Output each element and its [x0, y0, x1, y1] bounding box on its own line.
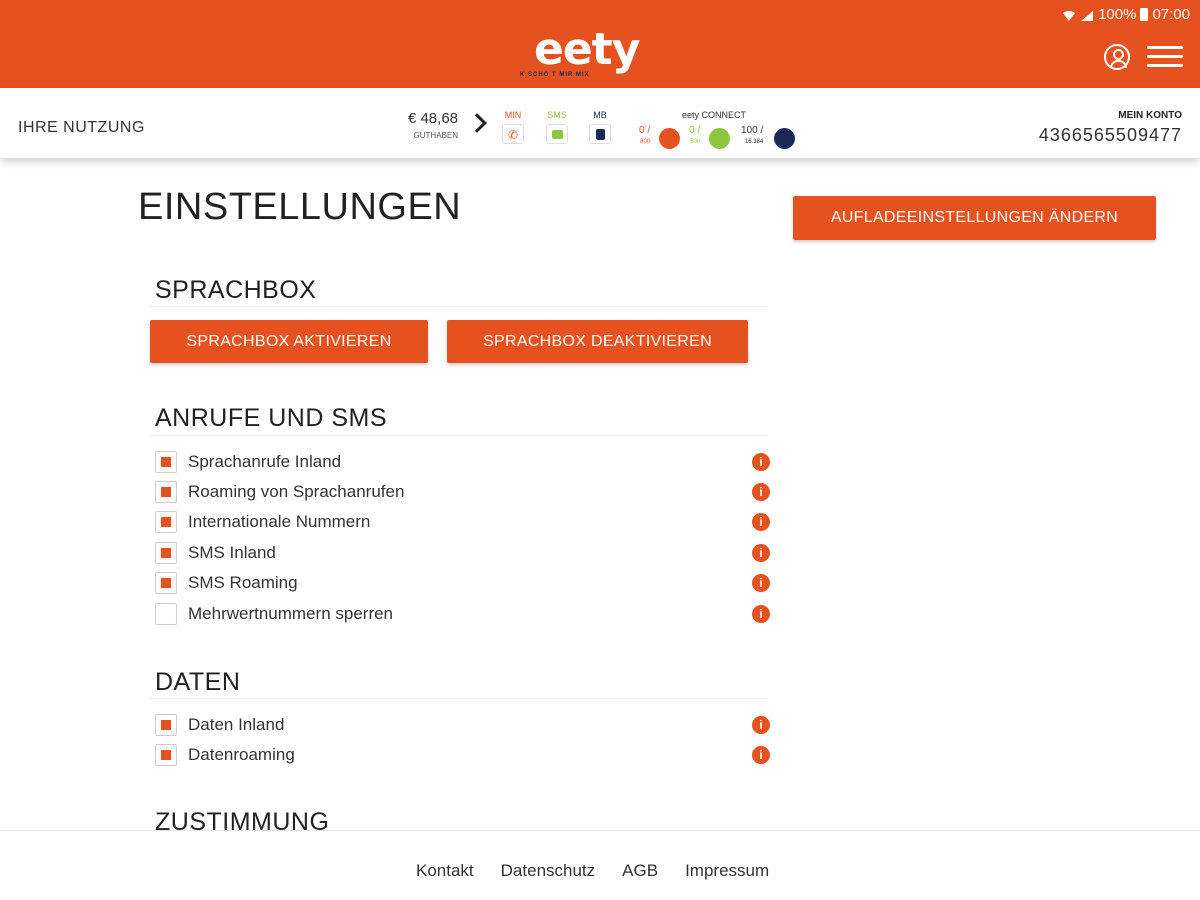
account-info[interactable]: MEIN KONTO 4366565509477 — [1039, 110, 1182, 146]
chevron-right-icon[interactable] — [467, 113, 487, 133]
battery-icon — [1140, 8, 1149, 21]
footer-link-privacy[interactable]: Datenschutz — [501, 861, 596, 881]
counter-sms-dot — [709, 128, 730, 149]
usage-label: IHRE NUTZUNG — [18, 119, 145, 136]
signal-icon — [1080, 9, 1094, 21]
checkbox[interactable] — [155, 572, 177, 594]
checkbox[interactable] — [155, 603, 177, 625]
divider — [150, 698, 768, 699]
option-label: Roaming von Sprachanrufen — [188, 482, 405, 501]
clock: 07:00 — [1152, 6, 1190, 23]
info-icon[interactable]: i — [752, 483, 770, 501]
balance[interactable]: € 48,68 GUTHABEN — [398, 110, 458, 140]
counter-min-dot — [659, 128, 680, 149]
checkbox[interactable] — [155, 744, 177, 766]
info-icon[interactable]: i — [752, 746, 770, 764]
info-icon[interactable]: i — [752, 513, 770, 531]
data-icon — [589, 124, 611, 144]
section-title-calls: ANRUFE UND SMS — [155, 404, 388, 432]
sprachbox-deactivate-button[interactable]: SPRACHBOX DEAKTIVIEREN — [447, 320, 748, 363]
hamburger-menu-icon[interactable] — [1147, 46, 1183, 68]
phone-icon: ✆ — [502, 124, 524, 144]
unit-sms-label: SMS — [547, 110, 567, 120]
sprachbox-activate-button[interactable]: SPRACHBOX AKTIVIEREN — [150, 320, 428, 363]
info-icon[interactable]: i — [752, 605, 770, 623]
app-header: 100% 07:00 eety K SCHO T MIR MIX — [0, 0, 1200, 88]
footer-link-contact[interactable]: Kontakt — [416, 861, 474, 881]
logo-wordmark: eety — [534, 24, 640, 75]
checkbox[interactable] — [155, 714, 177, 736]
footer-link-terms[interactable]: AGB — [622, 861, 658, 881]
divider — [150, 306, 768, 307]
footer-links: Kontakt Datenschutz AGB Impressum — [416, 861, 769, 881]
counter-min-total: 800 — [640, 139, 651, 145]
option-row[interactable]: Sprachanrufe Inland i — [155, 451, 770, 475]
option-label: Mehrwertnummern sperren — [188, 604, 394, 623]
option-row[interactable]: Datenroaming i — [155, 744, 770, 768]
counter-mb-total: 16.384 — [744, 139, 764, 145]
option-label: Datenroaming — [188, 745, 295, 764]
balance-amount: € 48,68 — [407, 110, 458, 127]
option-row[interactable]: Daten Inland i — [155, 714, 770, 738]
option-row[interactable]: Mehrwertnummern sperren i — [155, 603, 770, 627]
checkbox[interactable] — [155, 542, 177, 564]
logo[interactable]: eety K SCHO T MIR MIX — [520, 24, 660, 84]
usage-bar: IHRE NUTZUNG € 48,68 GUTHABEN MIN ✆ SMS … — [0, 88, 1200, 158]
footer-link-imprint[interactable]: Impressum — [685, 861, 769, 881]
counter-sms: 0 / 500 — [689, 126, 700, 147]
unit-min-label: MIN — [504, 110, 522, 120]
option-label: Daten Inland — [188, 715, 285, 734]
option-label: SMS Inland — [188, 543, 276, 562]
checkbox[interactable] — [155, 451, 177, 473]
option-label: Internationale Nummern — [188, 512, 371, 531]
counter-mb-value: 100 / — [741, 125, 764, 136]
counter-min-value: 0 / — [639, 125, 651, 136]
info-icon[interactable]: i — [752, 716, 770, 734]
section-title-sprachbox: SPRACHBOX — [155, 276, 317, 304]
status-bar: 100% 07:00 — [1062, 6, 1190, 23]
unit-mb: MB — [589, 110, 611, 146]
connect-title: eety CONNECT — [682, 110, 747, 120]
option-label: SMS Roaming — [188, 573, 298, 592]
info-icon[interactable]: i — [752, 574, 770, 592]
checkbox[interactable] — [155, 511, 177, 533]
option-row[interactable]: SMS Roaming i — [155, 572, 770, 596]
footer: Kontakt Datenschutz AGB Impressum — [0, 830, 1200, 900]
topup-settings-button[interactable]: AUFLADEEINSTELLUNGEN ÄNDERN — [793, 196, 1156, 240]
page-title: EINSTELLUNGEN — [138, 186, 462, 228]
balance-label: GUTHABEN — [413, 131, 458, 140]
option-row[interactable]: Internationale Nummern i — [155, 511, 770, 535]
counter-sms-value: 0 / — [689, 125, 701, 136]
option-label: Sprachanrufe Inland — [188, 452, 342, 471]
account-number: 4366565509477 — [1038, 125, 1182, 145]
unit-mb-label: MB — [593, 110, 607, 120]
unit-sms: SMS — [546, 110, 568, 146]
account-label: MEIN KONTO — [1118, 110, 1182, 121]
section-title-data: DATEN — [155, 668, 241, 696]
chat-icon — [546, 124, 568, 144]
checkbox[interactable] — [155, 481, 177, 503]
logo-tagline: K SCHO T MIR MIX — [520, 72, 590, 78]
counter-min: 0 / 800 — [639, 126, 650, 147]
option-row[interactable]: SMS Inland i — [155, 542, 770, 566]
info-icon[interactable]: i — [752, 544, 770, 562]
counter-sms-total: 500 — [690, 139, 701, 145]
info-icon[interactable]: i — [752, 453, 770, 471]
option-row[interactable]: Roaming von Sprachanrufen i — [155, 481, 770, 505]
unit-min: MIN ✆ — [502, 110, 524, 146]
divider — [150, 435, 768, 436]
counter-mb-dot — [774, 128, 795, 149]
battery-level: 100% — [1098, 6, 1137, 23]
counter-mb: 100 / 16.384 — [741, 126, 763, 147]
account-icon[interactable] — [1104, 44, 1130, 70]
wifi-icon — [1062, 9, 1076, 21]
